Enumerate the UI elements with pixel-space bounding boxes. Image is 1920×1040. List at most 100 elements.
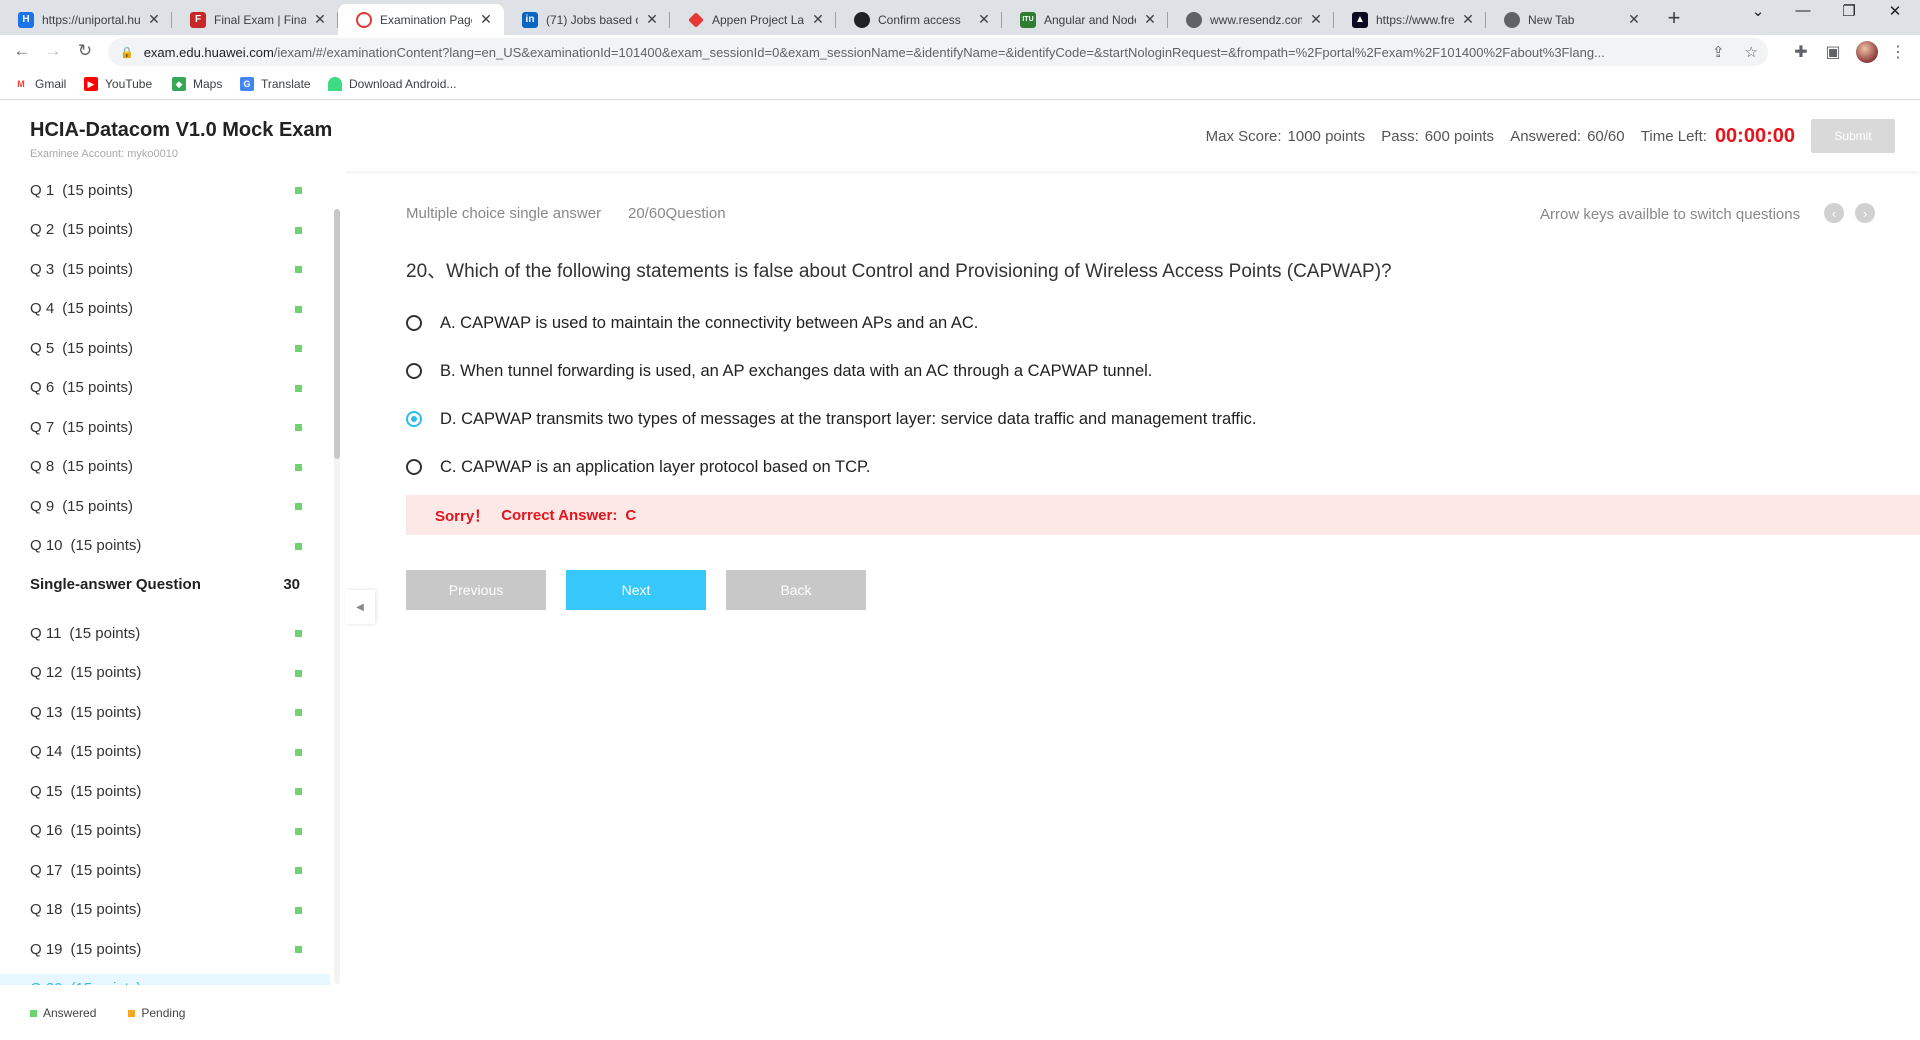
lock-icon[interactable]: 🔒	[120, 46, 134, 59]
answered-status-icon	[295, 709, 302, 716]
address-bar[interactable]: 🔒 exam.edu.huawei.com/iexam/#/examinatio…	[108, 38, 1768, 66]
previous-button[interactable]: Previous	[406, 570, 546, 610]
question-number: Q 14	[30, 743, 63, 760]
submit-button[interactable]: Submit	[1811, 119, 1895, 153]
bookmark-gmail[interactable]: M Gmail	[14, 77, 66, 91]
forward-arrow-icon[interactable]: →	[41, 41, 65, 61]
close-tab-icon[interactable]: ✕	[976, 11, 992, 28]
close-tab-icon[interactable]: ✕	[644, 11, 660, 28]
option-label: D. CAPWAP transmits two types of message…	[440, 409, 1257, 428]
radio-button[interactable]	[406, 459, 422, 475]
question-nav-item[interactable]: Q 7 (15 points)	[0, 412, 330, 442]
browser-tab[interactable]: ITU Angular and Node ✕	[1002, 4, 1168, 35]
answered-status-icon	[295, 384, 302, 392]
share-icon[interactable]: ⇪	[1712, 43, 1725, 61]
question-nav-item[interactable]: Q 17 (15 points)	[0, 855, 330, 885]
pass-value: 600 points	[1424, 128, 1495, 145]
question-nav-item[interactable]: Q 5 (15 points)	[0, 333, 330, 363]
browser-tab[interactable]: H https://uniportal.hu ✕	[0, 4, 172, 35]
next-question-arrow-icon[interactable]: ›	[1855, 203, 1875, 223]
question-nav-item[interactable]: Q 18 (15 points)	[0, 895, 330, 925]
tab-favicon-icon: F	[190, 11, 206, 28]
close-tab-icon[interactable]: ✕	[1142, 11, 1158, 28]
answer-option-d[interactable]: D. CAPWAP transmits two types of message…	[406, 404, 1257, 434]
question-points: (15 points)	[62, 379, 134, 396]
tab-favicon-icon: ITU	[1020, 11, 1036, 28]
browser-tab-active[interactable]: Examination Page ✕	[338, 4, 504, 35]
window-close-icon[interactable]: ✕	[1872, 2, 1918, 20]
question-nav-item[interactable]: Q 8 (15 points)	[0, 452, 330, 482]
close-tab-icon[interactable]: ✕	[1460, 11, 1476, 28]
legend-pending: Pending	[141, 1006, 186, 1020]
new-tab-plus-icon[interactable]: +	[1660, 5, 1688, 31]
question-nav-item[interactable]: Q 2 (15 points)	[0, 215, 330, 245]
question-nav-item[interactable]: Q 11 (15 points)	[0, 618, 330, 648]
back-button[interactable]: Back	[726, 570, 866, 610]
question-nav-item[interactable]: Q 16 (15 points)	[0, 816, 330, 846]
appen-icon	[688, 11, 704, 28]
more-menu-icon[interactable]: ⋮	[1887, 42, 1909, 62]
browser-tab[interactable]: New Tab ✕	[1486, 4, 1652, 35]
close-tab-icon[interactable]: ✕	[1626, 11, 1642, 28]
close-tab-icon[interactable]: ✕	[1308, 11, 1324, 28]
question-points: (15 points)	[70, 703, 142, 721]
profile-avatar[interactable]	[1856, 41, 1878, 63]
question-points: (15 points)	[62, 418, 134, 436]
answer-option-a[interactable]: A. CAPWAP is used to maintain the connec…	[406, 308, 978, 338]
reload-icon[interactable]: ↻	[73, 41, 97, 61]
question-nav-item[interactable]: Q 14 (15 points)	[0, 737, 330, 767]
bookmark-translate[interactable]: G Translate	[240, 77, 311, 91]
tab-title: Appen Project Lan	[712, 12, 804, 27]
question-list[interactable]: Q 1 (15 points) Q 2 (15 points) Q 3 (15 point…	[0, 171, 330, 985]
question-number: Q 8	[30, 458, 55, 475]
browser-tab[interactable]: Confirm access ✕	[836, 4, 1002, 35]
question-nav-item[interactable]: Q 1 (15 points)	[0, 175, 330, 205]
bookmark-maps[interactable]: ◆ Maps	[172, 77, 222, 91]
bookmark-star-icon[interactable]: ☆	[1745, 43, 1758, 61]
extensions-puzzle-icon[interactable]: ✚	[1790, 42, 1812, 62]
browser-tab[interactable]: ▲ https://www.freeco ✕	[1334, 4, 1486, 35]
question-nav-item[interactable]: Q 3 (15 points)	[0, 254, 330, 284]
side-panel-icon[interactable]: ▣	[1822, 42, 1844, 62]
close-tab-icon[interactable]: ✕	[312, 11, 328, 28]
answered-status-icon	[295, 748, 302, 756]
answer-option-c[interactable]: C. CAPWAP is an application layer protoc…	[406, 452, 870, 482]
back-arrow-icon[interactable]: ←	[10, 41, 34, 61]
question-nav-item[interactable]: Q 13 (15 points)	[0, 697, 330, 727]
close-tab-icon[interactable]: ✕	[478, 11, 494, 28]
question-nav-item[interactable]: Q 10 (15 points)	[0, 531, 330, 561]
restore-icon[interactable]: ❐	[1826, 2, 1872, 20]
question-nav-item[interactable]: Q 20 (15 points)	[0, 973, 330, 985]
radio-button[interactable]	[406, 315, 422, 331]
question-nav-item[interactable]: Q 6 (15 points)	[0, 373, 330, 403]
browser-tab[interactable]: F Final Exam | Final E ✕	[172, 4, 338, 35]
browser-tab[interactable]: Appen Project Lan ✕	[670, 4, 836, 35]
tab-search-chevron-icon[interactable]: ⌄	[1735, 2, 1781, 20]
tab-title: Final Exam | Final E	[214, 12, 306, 27]
minimize-icon[interactable]: —	[1780, 2, 1826, 19]
question-nav-item[interactable]: Q 4 (15 points)	[0, 294, 330, 324]
answer-option-b[interactable]: B. When tunnel forwarding is used, an AP…	[406, 356, 1152, 386]
browser-tab[interactable]: in (71) Jobs based on ✕	[504, 4, 670, 35]
next-button[interactable]: Next	[566, 570, 706, 610]
question-nav-item[interactable]: Q 9 (15 points)	[0, 491, 330, 521]
close-tab-icon[interactable]: ✕	[810, 11, 826, 28]
question-nav-item[interactable]: Q 15 (15 points)	[0, 776, 330, 806]
prev-question-arrow-icon[interactable]: ‹	[1824, 203, 1844, 223]
close-tab-icon[interactable]: ✕	[146, 11, 162, 28]
question-nav-item[interactable]: Q 12 (15 points)	[0, 658, 330, 688]
question-points: (15 points)	[70, 782, 142, 800]
bookmark-download-android[interactable]: Download Android...	[328, 77, 456, 91]
browser-tab[interactable]: www.resendz.com ✕	[1168, 4, 1334, 35]
radio-button-selected[interactable]	[406, 411, 422, 427]
bookmark-label: Download Android...	[349, 77, 457, 91]
question-number: Q 13	[30, 703, 63, 721]
radio-button[interactable]	[406, 363, 422, 379]
option-label: B. When tunnel forwarding is used, an AP…	[440, 361, 1153, 380]
bookmark-youtube[interactable]: ▶ YouTube	[84, 77, 152, 91]
question-nav-item[interactable]: Q 19 (15 points)	[0, 934, 330, 964]
sidebar-scrollbar[interactable]	[334, 209, 340, 459]
collapse-sidebar-arrow-icon[interactable]: ◀	[345, 590, 375, 624]
question-number: Q 10	[30, 537, 63, 554]
tab-favicon-icon: H	[18, 11, 34, 28]
